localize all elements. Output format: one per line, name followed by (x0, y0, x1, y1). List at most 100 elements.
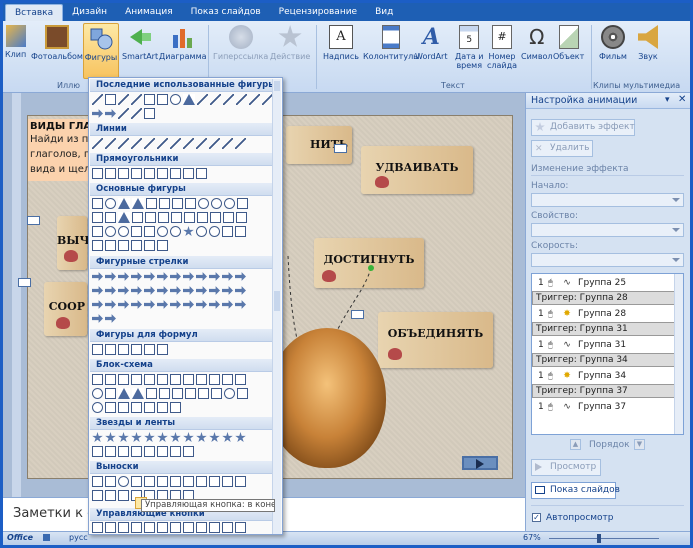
shape-option-icon[interactable] (131, 286, 142, 295)
animation-list[interactable]: 1 🖱 ∿ Группа 25 Триггер: Группа 28 1 🖱 ✸ Группа … (531, 273, 684, 435)
shape-option-icon[interactable] (249, 94, 260, 105)
shape-option-icon[interactable] (223, 212, 234, 223)
gallery-scrollbar[interactable] (272, 79, 281, 534)
trigger-header[interactable]: Триггер: Группа 31 (532, 322, 683, 336)
shape-option-icon[interactable] (131, 240, 142, 251)
shape-option-icon[interactable] (183, 476, 194, 487)
shape-option-icon[interactable] (105, 226, 116, 237)
shape-option-icon[interactable] (105, 94, 116, 105)
shape-option-icon[interactable] (183, 272, 194, 281)
shape-option-icon[interactable] (131, 108, 142, 119)
shape-option-icon[interactable] (172, 198, 183, 209)
language-label[interactable]: русс (69, 533, 88, 542)
shape-option-icon[interactable] (92, 300, 103, 309)
shapes-button[interactable]: Фигуры (83, 23, 119, 79)
shape-option-icon[interactable] (197, 94, 208, 105)
shape-option-icon[interactable] (118, 286, 129, 295)
shape-option-icon[interactable] (144, 240, 155, 251)
zoom-slider-thumb[interactable] (597, 534, 601, 543)
shape-option-icon[interactable] (131, 168, 142, 179)
trigger-header[interactable]: Триггер: Группа 28 (532, 291, 683, 305)
shape-option-icon[interactable] (92, 476, 103, 487)
pane-menu-icon[interactable]: ▾ (665, 95, 670, 105)
shape-option-icon[interactable] (118, 108, 129, 119)
add-effect-button[interactable]: Добавить эффект (531, 119, 635, 136)
shape-option-icon[interactable] (144, 108, 155, 119)
object-button[interactable]: Объект (553, 25, 584, 61)
shape-option-icon[interactable] (144, 168, 155, 179)
shape-option-icon[interactable] (118, 198, 130, 209)
shape-option-icon[interactable] (144, 94, 155, 105)
shape-option-icon[interactable] (211, 198, 222, 209)
move-down-icon[interactable]: ▼ (634, 439, 645, 450)
shape-option-icon[interactable] (118, 272, 129, 281)
shape-option-icon[interactable] (144, 402, 155, 413)
shape-option-icon[interactable] (236, 94, 247, 105)
shape-option-icon[interactable] (210, 212, 221, 223)
autopreview-checkbox[interactable]: ✓ (532, 513, 541, 522)
shape-option-icon[interactable] (131, 446, 142, 457)
shape-option-icon[interactable] (92, 374, 103, 385)
trigger-marker-icon[interactable] (18, 278, 31, 287)
shape-option-icon[interactable] (144, 286, 155, 295)
shape-option-icon[interactable] (131, 344, 142, 355)
tab-view[interactable]: Вид (366, 4, 402, 21)
shape-option-icon[interactable] (196, 522, 207, 533)
shape-option-icon[interactable] (145, 212, 156, 223)
shape-option-icon[interactable] (105, 314, 116, 323)
shape-option-icon[interactable] (92, 109, 103, 118)
shape-option-icon[interactable] (222, 300, 233, 309)
shape-option-icon[interactable] (223, 94, 234, 105)
shape-option-icon[interactable] (196, 168, 207, 179)
shape-option-icon[interactable] (118, 94, 129, 105)
shape-option-icon[interactable] (170, 272, 181, 281)
shape-option-icon[interactable] (170, 300, 181, 309)
shape-option-icon[interactable] (131, 432, 142, 443)
tab-insert[interactable]: Вставка (5, 4, 64, 21)
shape-option-icon[interactable] (209, 374, 220, 385)
shape-option-icon[interactable] (235, 300, 246, 309)
shape-option-icon[interactable] (198, 198, 209, 209)
shape-option-icon[interactable] (196, 272, 207, 281)
shape-option-icon[interactable] (196, 432, 207, 443)
shape-option-icon[interactable] (222, 374, 233, 385)
shape-option-icon[interactable] (209, 300, 220, 309)
shape-option-icon[interactable] (237, 198, 248, 209)
shape-option-icon[interactable] (237, 388, 248, 399)
shape-option-icon[interactable] (198, 388, 209, 399)
shape-option-icon[interactable] (118, 344, 129, 355)
shape-option-icon[interactable] (157, 300, 168, 309)
shape-option-icon[interactable] (146, 388, 157, 399)
shape-option-icon[interactable] (185, 198, 196, 209)
shape-option-icon[interactable] (105, 476, 116, 487)
shape-option-icon[interactable] (105, 212, 116, 223)
shape-option-icon[interactable] (170, 94, 181, 105)
shape-option-icon[interactable] (144, 476, 155, 487)
tab-slideshow[interactable]: Показ слайдов (182, 4, 270, 21)
shape-option-icon[interactable] (131, 138, 142, 149)
shape-option-icon[interactable] (92, 272, 103, 281)
start-dropdown[interactable] (531, 193, 684, 207)
shape-option-icon[interactable] (131, 272, 142, 281)
shape-option-icon[interactable] (171, 212, 182, 223)
speed-dropdown[interactable] (531, 253, 684, 267)
shape-option-icon[interactable] (118, 522, 129, 533)
shape-option-icon[interactable] (159, 388, 170, 399)
shape-option-icon[interactable] (183, 226, 194, 237)
animation-item[interactable]: 1 🖱 ✸ Группа 34 (532, 367, 683, 384)
shape-option-icon[interactable] (196, 476, 207, 487)
shape-option-icon[interactable] (144, 226, 155, 237)
shape-option-icon[interactable] (105, 168, 116, 179)
shape-option-icon[interactable] (144, 446, 155, 457)
slide-text-box[interactable]: ВИДЫ ГЛАГ Найди из п глаголов, г вида и … (28, 119, 98, 181)
shape-option-icon[interactable] (157, 272, 168, 281)
shape-option-icon[interactable] (105, 286, 116, 295)
shape-option-icon[interactable] (209, 432, 220, 443)
symbol-button[interactable]: Ω Символ (521, 25, 553, 61)
shape-option-icon[interactable] (105, 388, 116, 399)
shape-option-icon[interactable] (157, 402, 168, 413)
shape-option-icon[interactable] (131, 402, 142, 413)
animation-list-scrollbar[interactable] (674, 274, 683, 434)
shape-option-icon[interactable] (144, 344, 155, 355)
shape-option-icon[interactable] (235, 432, 246, 443)
